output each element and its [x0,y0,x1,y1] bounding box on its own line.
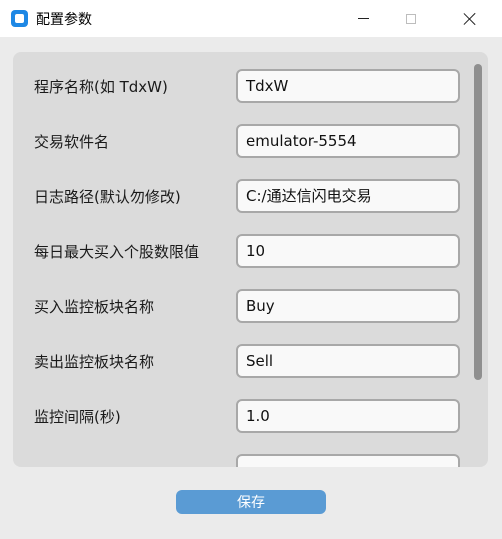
field-row-buy-board: 买入监控板块名称 Buy [13,289,473,323]
field-label: 监控间隔(秒) [34,408,121,426]
field-row-log-path: 日志路径(默认勿修改) C:/通达信闪电交易 [13,179,473,213]
minimize-icon [357,18,369,19]
field-label: 买入监控板块名称 [34,298,155,316]
close-icon [463,12,477,26]
title-bar: 配置参数 [0,0,502,37]
partial-input[interactable] [236,454,460,467]
app-icon [11,10,28,27]
window-title: 配置参数 [36,12,92,28]
field-row-trade-software: 交易软件名 emulator-5554 [13,124,473,158]
field-label: 程序名称(如 TdxW) [34,78,168,96]
maximize-button[interactable] [388,0,434,37]
scrollbar-thumb[interactable] [474,64,482,380]
save-button[interactable]: 保存 [176,490,326,514]
config-window: 配置参数 程序名称(如 TdxW) TdxW 交易软件名 emulator-55… [0,0,502,539]
program-name-input[interactable]: TdxW [236,69,460,103]
trade-software-input[interactable]: emulator-5554 [236,124,460,158]
field-row-sell-board: 卖出监控板块名称 Sell [13,344,473,378]
interval-input[interactable]: 1.0 [236,399,460,433]
log-path-input[interactable]: C:/通达信闪电交易 [236,179,460,213]
minimize-button[interactable] [340,0,386,37]
field-label: 交易软件名 [34,133,110,151]
field-label: 卖出监控板块名称 [34,353,155,371]
max-buy-input[interactable]: 10 [236,234,460,268]
field-label: 日志路径(默认勿修改) [34,188,181,206]
buy-board-input[interactable]: Buy [236,289,460,323]
settings-scroll-panel[interactable]: 程序名称(如 TdxW) TdxW 交易软件名 emulator-5554 日志… [13,52,488,467]
field-row-partial [13,454,473,467]
field-row-program-name: 程序名称(如 TdxW) TdxW [13,69,473,103]
sell-board-input[interactable]: Sell [236,344,460,378]
maximize-icon [406,13,416,24]
close-button[interactable] [447,0,493,37]
field-label: 每日最大买入个股数限值 [34,243,200,261]
field-row-interval: 监控间隔(秒) 1.0 [13,399,473,433]
field-row-max-buy: 每日最大买入个股数限值 10 [13,234,473,268]
